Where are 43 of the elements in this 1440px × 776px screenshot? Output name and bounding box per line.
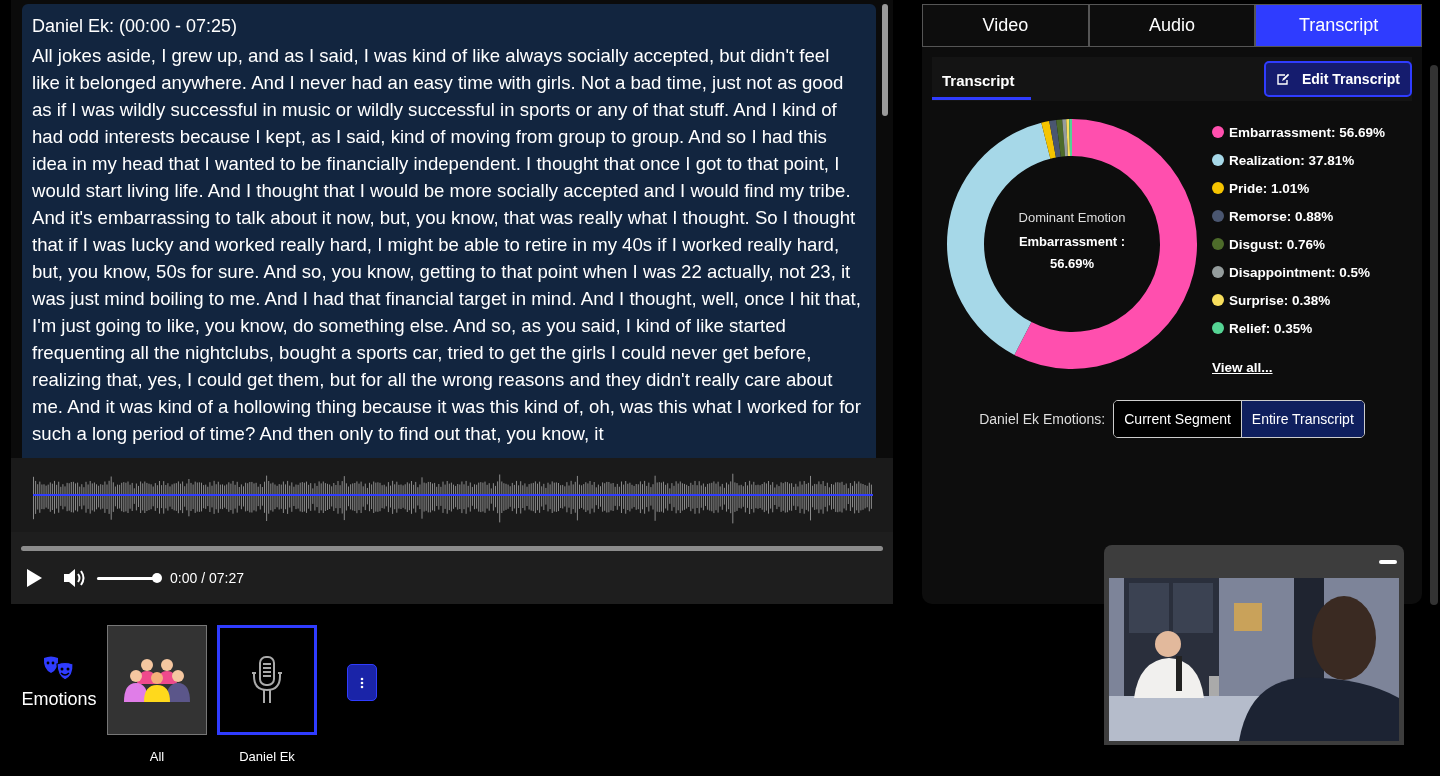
more-button[interactable] bbox=[347, 664, 377, 701]
edit-transcript-button[interactable]: Edit Transcript bbox=[1263, 61, 1412, 97]
transcript-tab[interactable]: Transcript bbox=[932, 64, 1031, 100]
dominant-emotion: Embarrassment : 56.69% bbox=[1017, 233, 1127, 273]
speaker-tile[interactable] bbox=[107, 625, 207, 735]
more-icon bbox=[360, 676, 364, 689]
legend-label: Disgust: 0.76% bbox=[1229, 236, 1326, 252]
people-group-icon bbox=[124, 658, 190, 702]
scrollbar-thumb[interactable] bbox=[881, 4, 888, 116]
tab[interactable]: Audio bbox=[1088, 4, 1256, 47]
scope-option[interactable]: Current Segment bbox=[1114, 401, 1241, 437]
legend-label: Relief: 0.35% bbox=[1229, 320, 1313, 336]
chart-caption: Dominant Emotion bbox=[1017, 210, 1127, 225]
legend-label: Surprise: 0.38% bbox=[1229, 292, 1331, 308]
legend-label: Disappointment: 0.5% bbox=[1229, 264, 1371, 280]
legend-label: Remorse: 0.88% bbox=[1229, 208, 1334, 224]
time-display: 0:00 / 07:27 bbox=[170, 570, 244, 586]
scope-label: Daniel Ek Emotions: bbox=[979, 411, 1106, 427]
speaker-name: Daniel Ek bbox=[239, 749, 295, 764]
speaker-tile[interactable] bbox=[217, 625, 317, 735]
volume-slider[interactable] bbox=[97, 573, 162, 583]
tab[interactable]: Video bbox=[922, 4, 1089, 47]
donut-slice[interactable] bbox=[1041, 121, 1056, 159]
emotions-label: Emotions bbox=[21, 689, 97, 710]
legend-label: Embarrassment: 56.69% bbox=[1229, 124, 1386, 140]
scrollbar-thumb[interactable] bbox=[1430, 65, 1438, 605]
donut-slice[interactable] bbox=[1066, 119, 1071, 157]
edit-icon bbox=[1275, 72, 1290, 86]
transcript-text: All jokes aside, I grew up, and as I said, I was kind of like always socially accepted, but didn't feel like it belonged anywhere. And I never had an easy time with girls. Not a bad time, just not as good as if I was wildly successful in music or wildly successful in sports or any of that stuff. And I kind of had odd interests because I kept, as I said, kind of moving from group to group. And so I had this idea in my head that I wanted to be financially independent. I thought that once I got to that point, I would start living life. And I thought that I would be more socially accepted and I would find my tribe. And it's embarrassing to talk about it now, but, you know, that was really what I thought. So I thought that if I was lucky and worked really hard, I might be able to retire in my 40s if I worked really hard, but, you know, 50s for sure. And so, you know, getting to that point when I was 22 actually, not 23, it was just mind boiling to me. And I had that financial target in mind. And I thought, well, once I hit that, I'm just going to like, you know, do something else. And so, as you said, I kind of like started frequenting all the nightclubs, bought a sports car, tried to get the girls I could never get before, realizing that, yes, I could get them, but for all the wrong reasons and they didn't really care about me. And it was kind of a hollowing thing because it was this kind of, oh, was this what I worked for for such a long period of time? And then only to find out that, you know, it bbox=[32, 44, 862, 446]
speaker-name: All bbox=[149, 749, 165, 764]
microphone-icon bbox=[251, 656, 283, 704]
donut-slice[interactable] bbox=[1049, 120, 1061, 158]
speaker-heading: Daniel Ek: (00:00 - 07:25) bbox=[32, 16, 239, 37]
donut-slice[interactable] bbox=[1062, 119, 1068, 157]
donut-slice[interactable] bbox=[1014, 119, 1197, 369]
legend-label: Pride: 1.01% bbox=[1229, 180, 1310, 196]
view-all-link[interactable]: View all... bbox=[1212, 360, 1273, 375]
play-icon[interactable] bbox=[25, 568, 43, 588]
tab[interactable]: Transcript bbox=[1255, 4, 1422, 47]
scope-option[interactable]: Entire Transcript bbox=[1240, 401, 1364, 437]
volume-icon[interactable] bbox=[63, 567, 87, 589]
legend-label: Realization: 37.81% bbox=[1229, 152, 1355, 168]
minimize-icon[interactable] bbox=[1379, 559, 1397, 564]
